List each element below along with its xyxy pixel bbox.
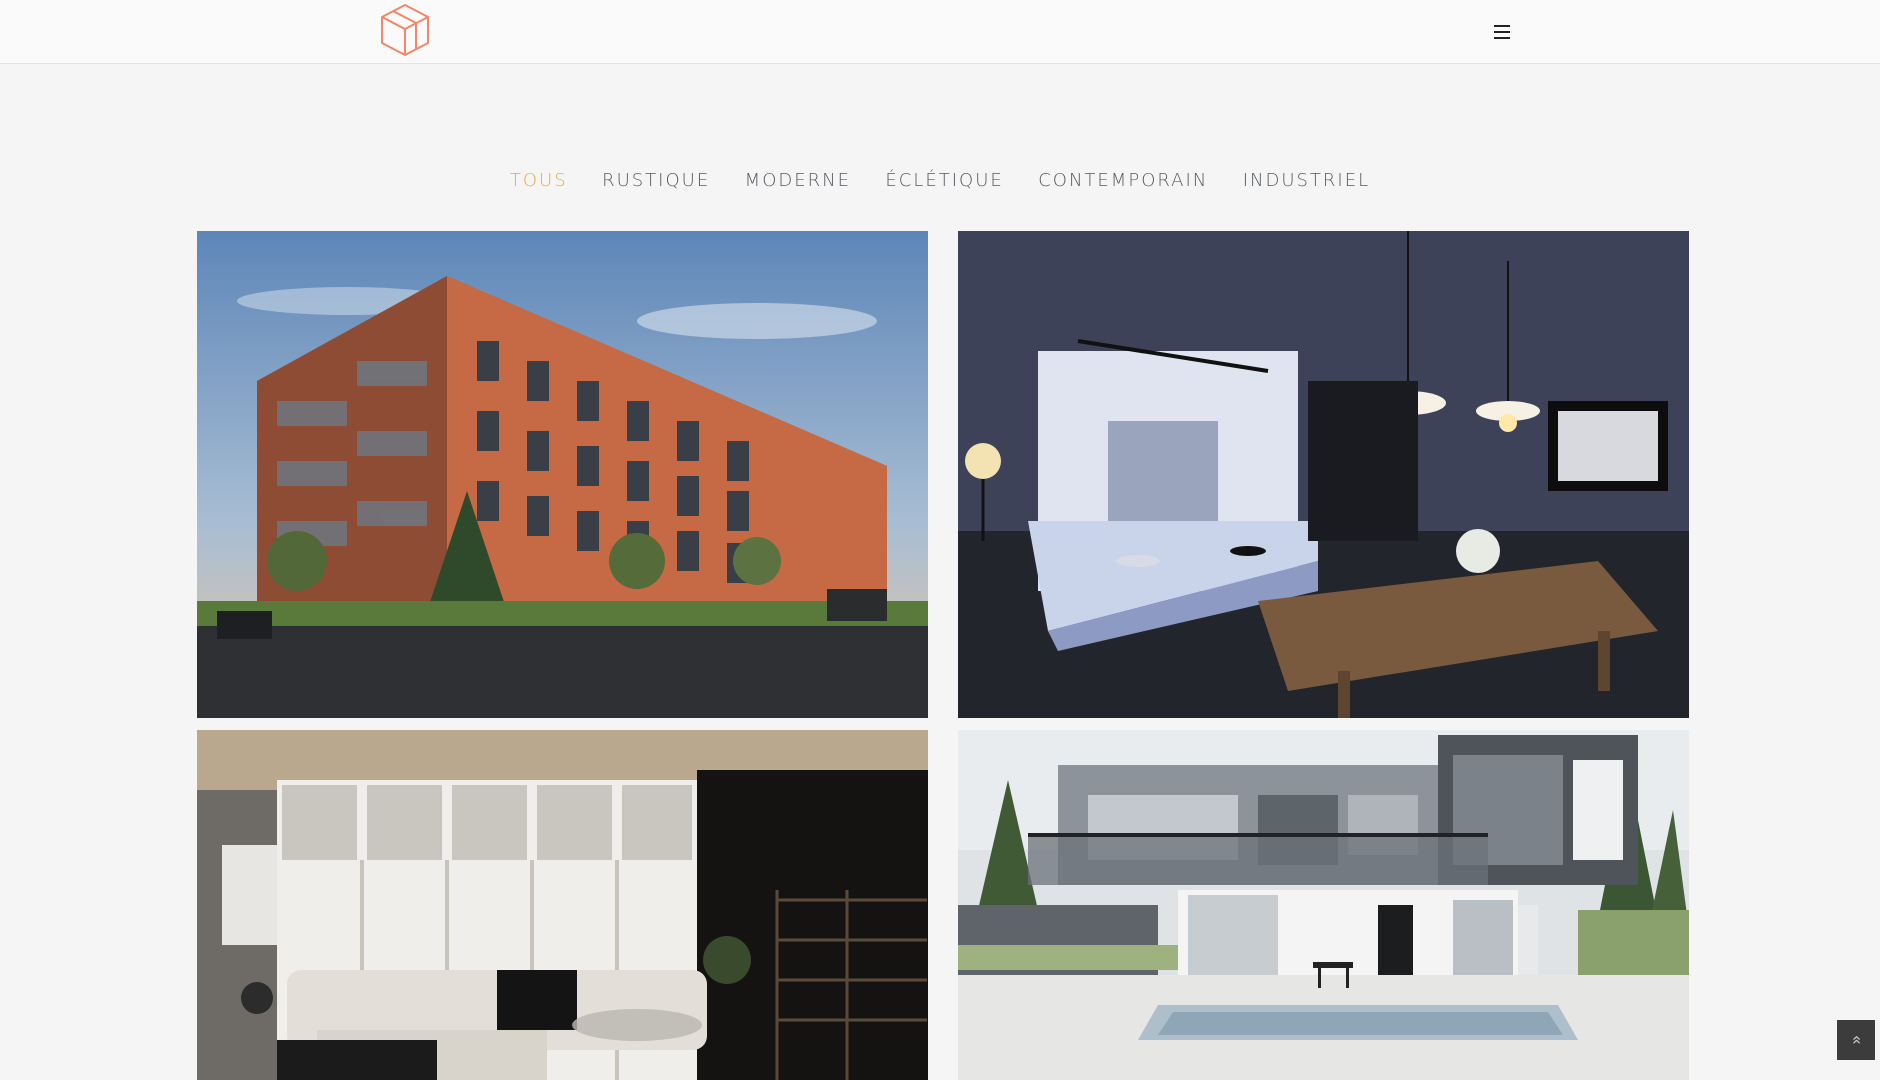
filter-eclectique[interactable]: ÉCLÉTIQUE — [885, 170, 1003, 191]
filter-tous[interactable]: TOUS — [510, 170, 568, 191]
scroll-to-top-button[interactable]: « — [1837, 1020, 1875, 1060]
living-room-render[interactable] — [197, 730, 928, 1080]
filter-contemporain[interactable]: CONTEMPORAIN — [1038, 170, 1208, 191]
filter-moderne[interactable]: MODERNE — [745, 170, 851, 191]
cube-logo-icon[interactable] — [378, 2, 432, 58]
hamburger-menu-icon[interactable] — [1488, 18, 1516, 46]
filter-industriel[interactable]: INDUSTRIEL — [1243, 170, 1370, 191]
filter-rustique[interactable]: RUSTIQUE — [602, 170, 710, 191]
modern-house-pool-render[interactable] — [958, 730, 1689, 1080]
portfolio-filter-bar: TOUS RUSTIQUE MODERNE ÉCLÉTIQUE CONTEMPO… — [0, 170, 1880, 191]
apartment-building-render[interactable] — [197, 231, 928, 718]
double-chevron-up-icon: « — [1848, 1035, 1865, 1045]
kitchen-dining-render[interactable] — [958, 231, 1689, 718]
site-header — [0, 0, 1880, 64]
